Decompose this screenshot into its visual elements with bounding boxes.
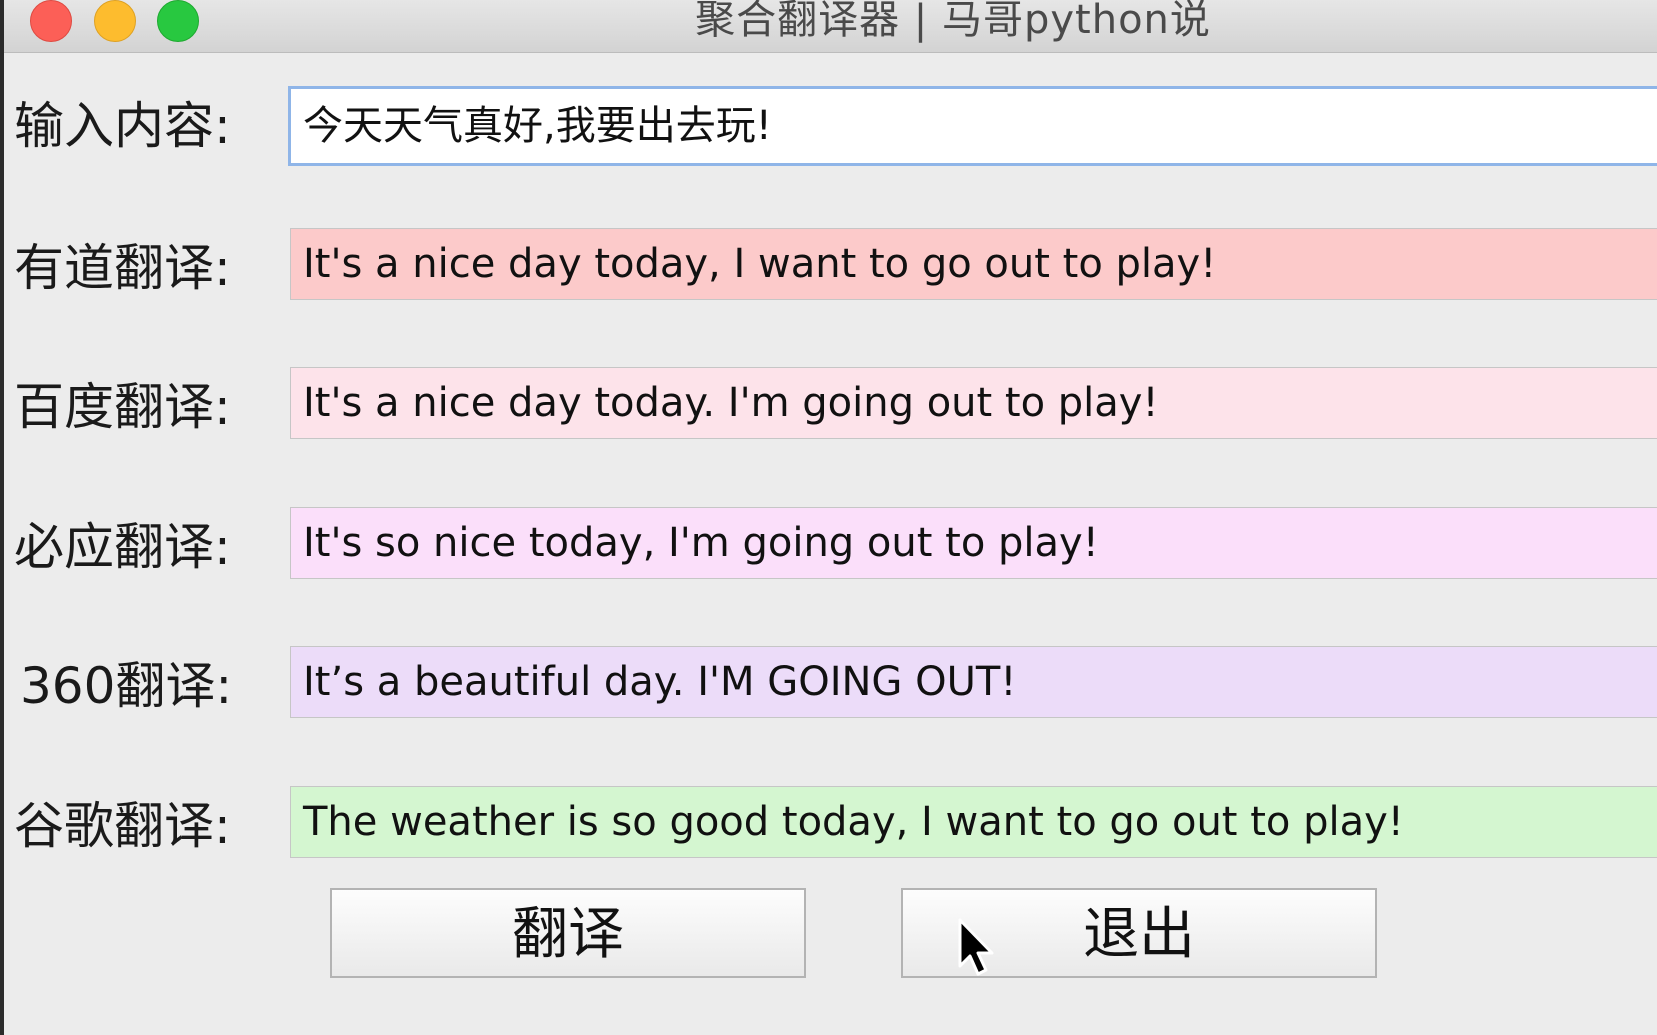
360-result-field[interactable]: It’s a beautiful day. I'M GOING OUT! (290, 646, 1657, 718)
bing-row: 必应翻译: It's so nice today, I'm going out … (4, 507, 1657, 587)
input-row: 输入内容: 今天天气真好,我要出去玩! (4, 86, 1657, 166)
input-label: 输入内容: (14, 97, 231, 155)
app-window: 聚合翻译器 | 马哥python说 输入内容: 今天天气真好,我要出去玩! 有道… (4, 0, 1657, 1035)
translate-button[interactable]: 翻译 (330, 888, 806, 978)
source-text-input[interactable]: 今天天气真好,我要出去玩! (288, 86, 1657, 166)
bing-label: 必应翻译: (14, 518, 231, 576)
window-title: 聚合翻译器 | 马哥python说 (695, 0, 1211, 43)
baidu-result-field[interactable]: It's a nice day today. I'm going out to … (290, 367, 1657, 439)
360-row: 360翻译: It’s a beautiful day. I'M GOING O… (4, 646, 1657, 726)
youdao-row: 有道翻译: It's a nice day today, I want to g… (4, 228, 1657, 308)
mouse-pointer-icon (958, 918, 994, 976)
youdao-result-field[interactable]: It's a nice day today, I want to go out … (290, 228, 1657, 300)
360-label: 360翻译: (20, 657, 233, 715)
bing-result-field[interactable]: It's so nice today, I'm going out to pla… (290, 507, 1657, 579)
google-label: 谷歌翻译: (14, 797, 231, 855)
youdao-label: 有道翻译: (14, 239, 231, 297)
google-row: 谷歌翻译: The weather is so good today, I wa… (4, 786, 1657, 866)
baidu-row: 百度翻译: It's a nice day today. I'm going o… (4, 367, 1657, 447)
title-bar: 聚合翻译器 | 马哥python说 (4, 0, 1657, 53)
baidu-label: 百度翻译: (14, 378, 231, 436)
google-result-field[interactable]: The weather is so good today, I want to … (290, 786, 1657, 858)
